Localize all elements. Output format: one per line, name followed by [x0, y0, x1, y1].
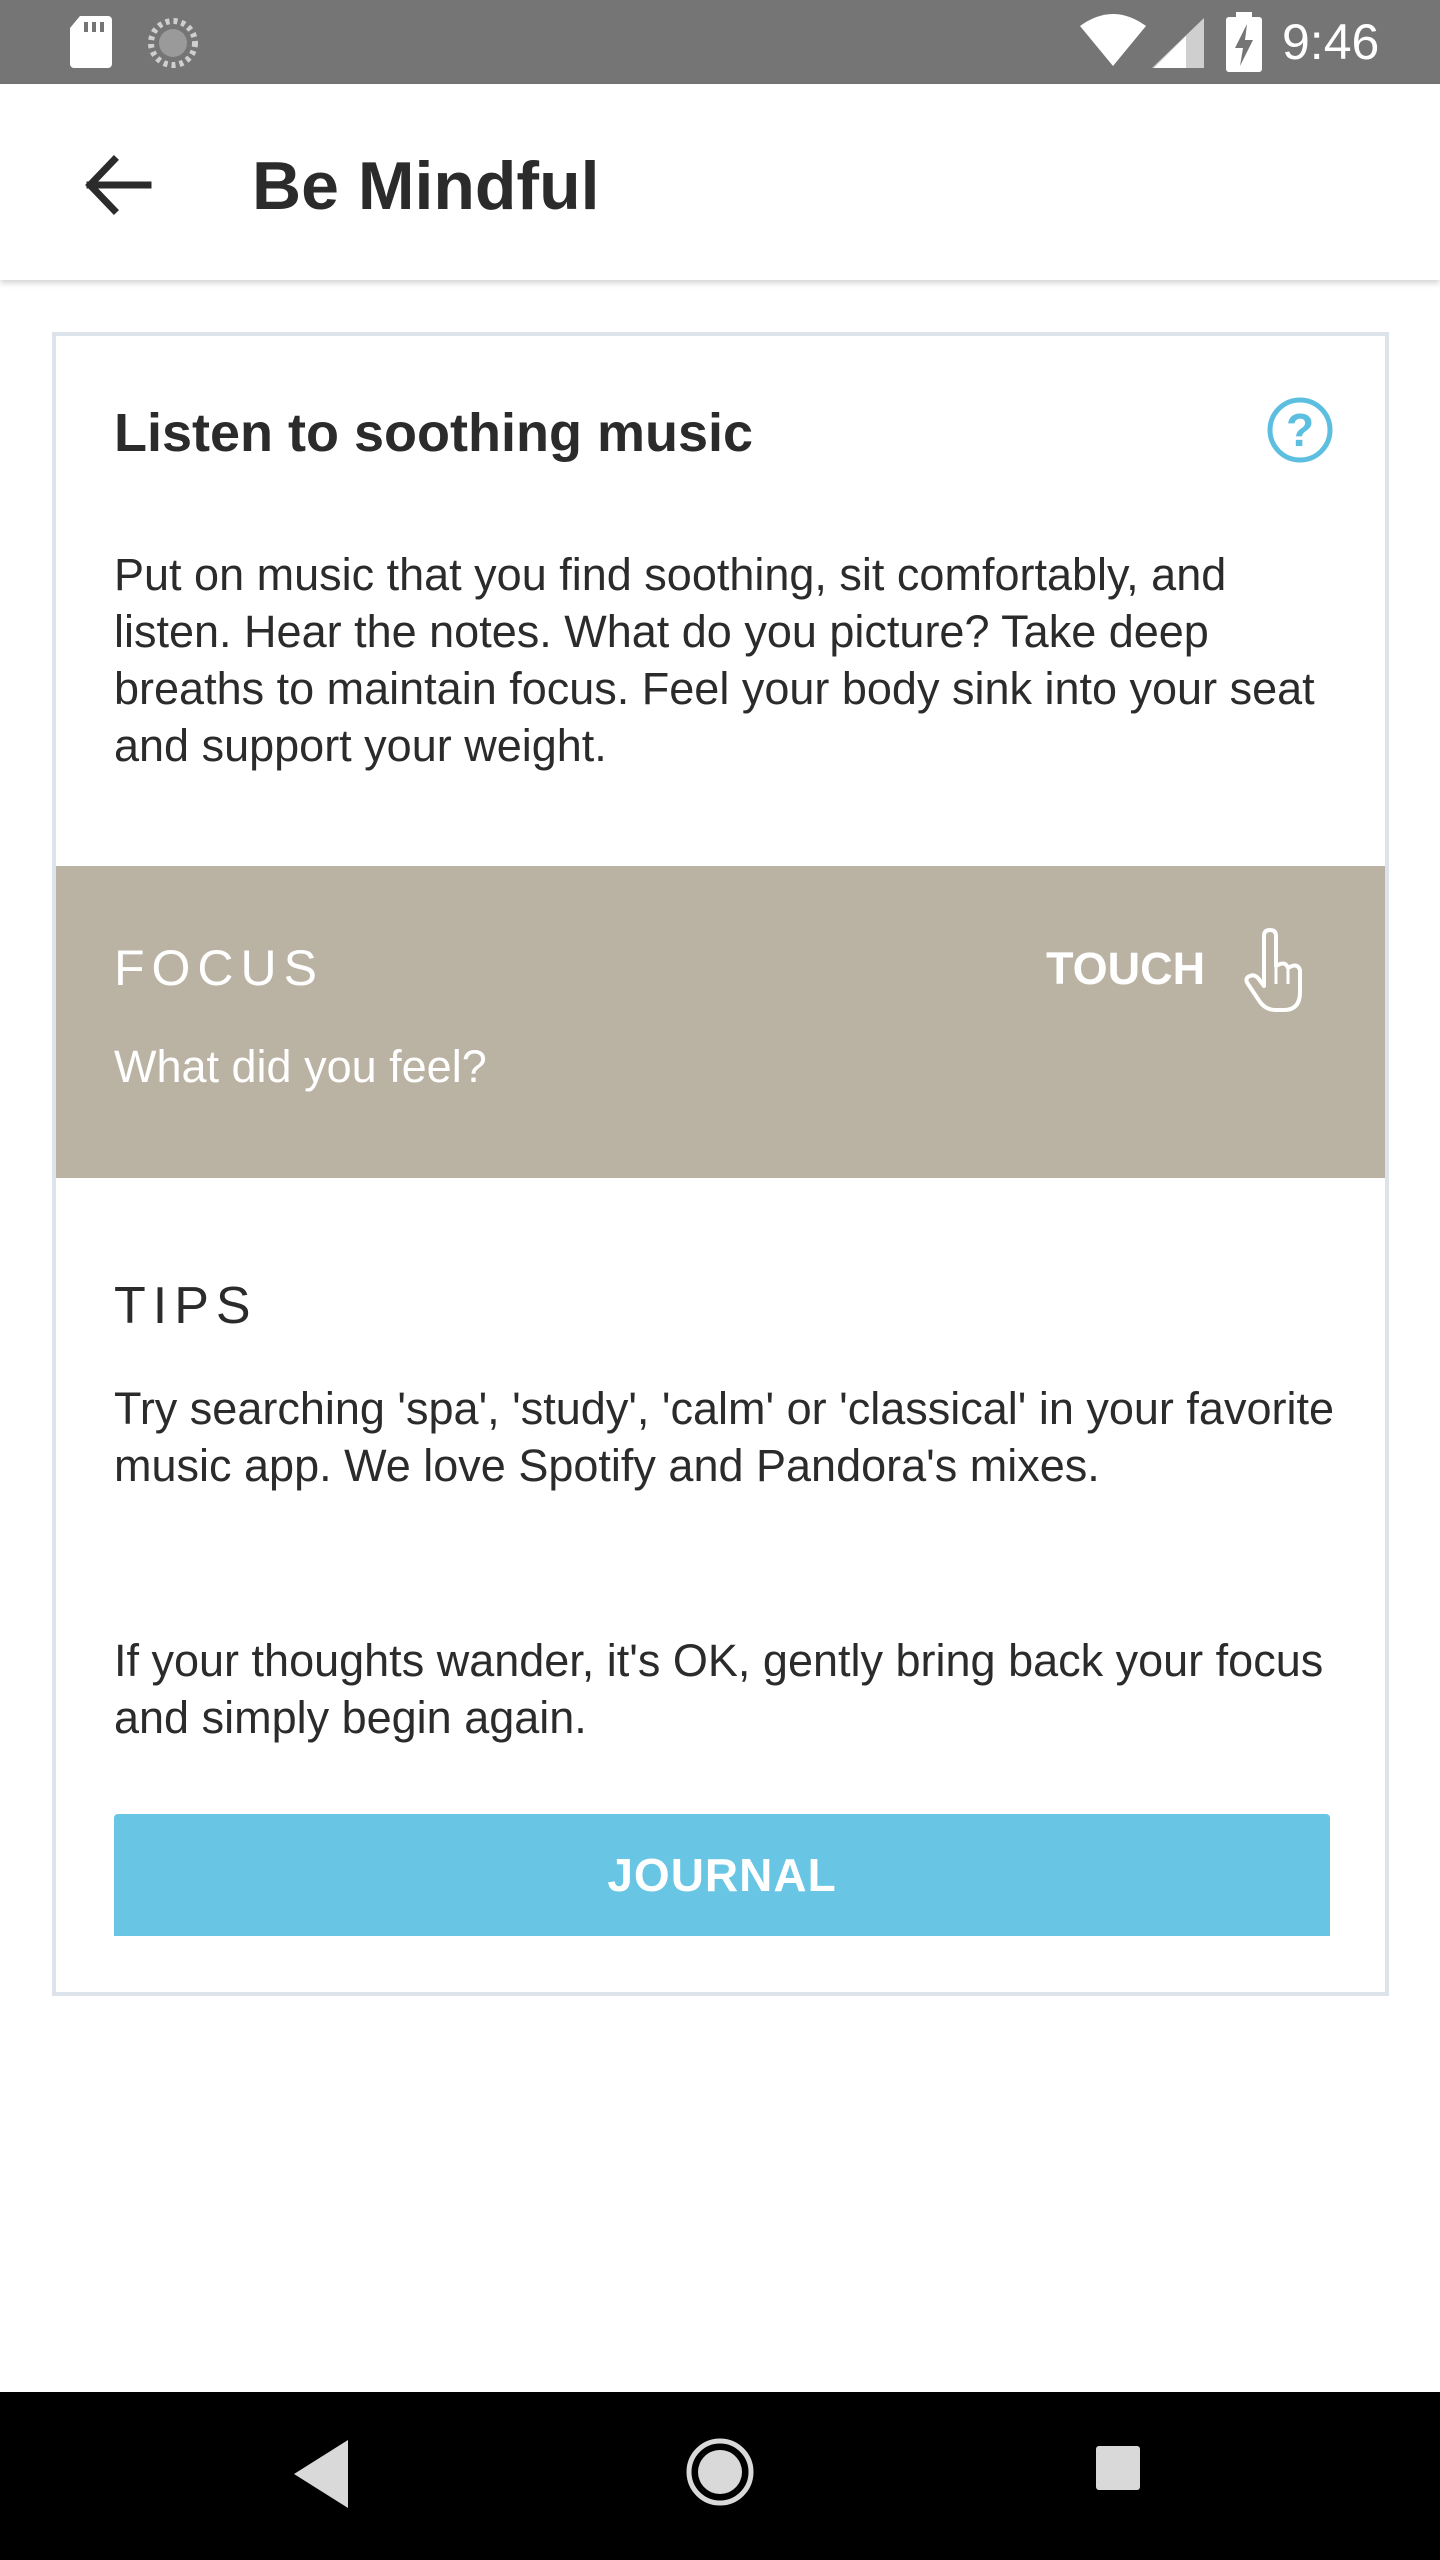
focus-label: FOCUS — [114, 940, 324, 996]
help-circle-icon[interactable]: ? — [1266, 396, 1334, 464]
card-description: Put on music that you find soothing, sit… — [114, 549, 1315, 771]
battery-charging-icon — [1226, 12, 1262, 72]
focus-prompt: What did you feel? — [114, 1041, 487, 1092]
svg-text:?: ? — [1286, 404, 1314, 456]
page-title: Be Mindful — [252, 148, 600, 224]
back-button[interactable] — [70, 140, 160, 230]
status-time: 9:46 — [1282, 14, 1380, 70]
touch-button[interactable]: TOUCH — [1046, 916, 1346, 1026]
status-bar: 9:46 — [0, 0, 1440, 84]
wifi-icon — [1080, 14, 1146, 66]
nav-back-icon[interactable] — [290, 2436, 354, 2512]
touch-label: TOUCH — [1046, 943, 1206, 994]
tips-paragraph: Try searching 'spa', 'study', 'calm' or … — [114, 1383, 1334, 1491]
navigation-bar — [0, 2392, 1440, 2560]
focus-panel[interactable]: FOCUS What did you feel? TOUCH — [56, 866, 1385, 1178]
nav-recents-icon[interactable] — [1094, 2444, 1142, 2500]
nav-home-icon[interactable] — [684, 2436, 756, 2508]
app-bar: Be Mindful — [0, 84, 1440, 280]
card-title: Listen to soothing music — [114, 403, 754, 463]
activity-card: Listen to soothing music ? Put on music … — [52, 332, 1389, 1996]
sd-card-icon — [70, 16, 112, 68]
sync-icon — [148, 18, 198, 68]
tips-paragraph: If your thoughts wander, it's OK, gently… — [114, 1635, 1324, 1743]
tips-label: TIPS — [114, 1277, 258, 1335]
hand-pointer-icon — [1244, 928, 1302, 1012]
signal-icon — [1152, 18, 1204, 68]
arrow-back-icon — [85, 155, 152, 215]
journal-button[interactable]: JOURNAL — [114, 1814, 1330, 1936]
